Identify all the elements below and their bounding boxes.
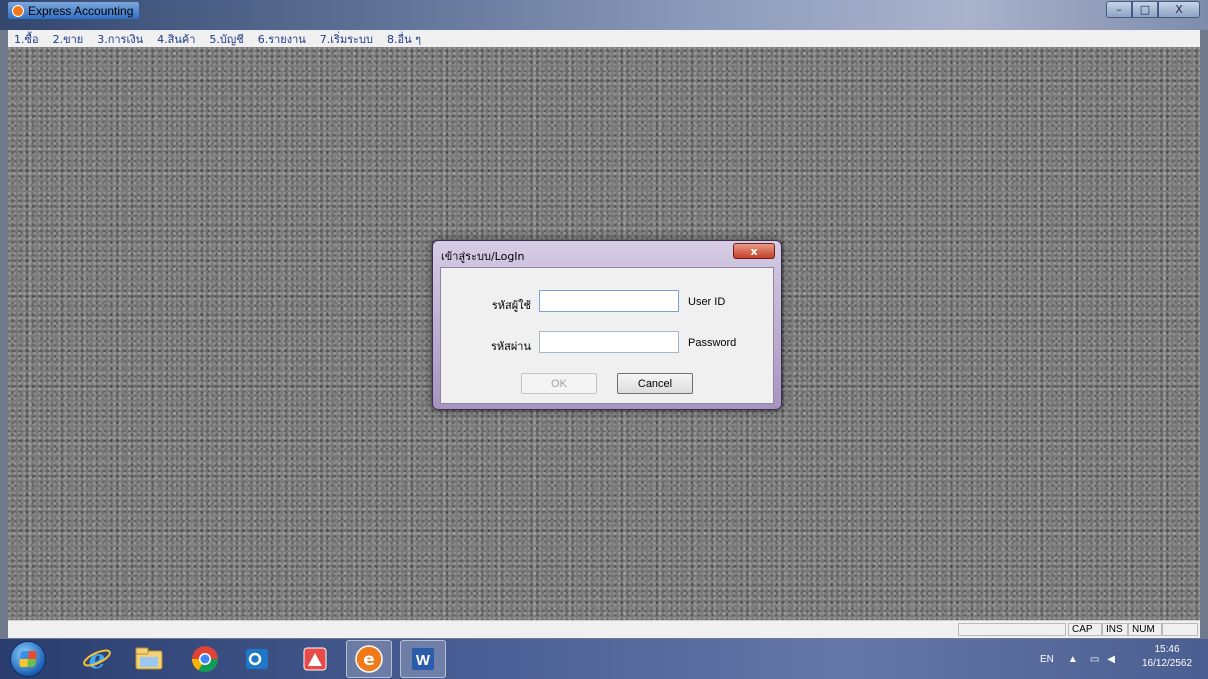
user-id-input[interactable] xyxy=(539,290,679,312)
status-panel-empty xyxy=(958,623,1066,636)
user-id-label-en: User ID xyxy=(688,296,726,308)
status-num: NUM xyxy=(1128,623,1162,636)
express-app-icon xyxy=(12,4,24,17)
internet-explorer-icon[interactable]: e xyxy=(74,640,120,678)
clock-date: 16/12/2562 xyxy=(1141,658,1193,669)
menu-reports[interactable]: 6.รายงาน xyxy=(252,30,314,48)
start-button[interactable] xyxy=(10,641,46,677)
chrome-icon[interactable] xyxy=(182,640,228,678)
window-controls: – □ X xyxy=(1106,1,1200,18)
show-hidden-icons-icon[interactable]: ▲ xyxy=(1068,654,1078,665)
express-icon-2[interactable] xyxy=(292,640,338,678)
dialog-close-button[interactable]: x xyxy=(733,243,775,259)
maximize-button[interactable]: □ xyxy=(1132,1,1158,18)
menu-bar: 1.ซื้อ 2.ขาย 3.การเงิน 4.สินค้า 5.บัญชี … xyxy=(8,30,1200,47)
app-title-bar[interactable]: Express Accounting – □ X xyxy=(0,0,1208,30)
status-cap: CAP xyxy=(1068,623,1102,636)
windows-logo-icon xyxy=(19,651,37,667)
menu-inventory[interactable]: 4.สินค้า xyxy=(151,30,203,48)
svg-text:W: W xyxy=(416,652,431,669)
volume-icon[interactable]: ◀ xyxy=(1107,654,1115,665)
system-clock[interactable]: 15:46 16/12/2562 xyxy=(1136,643,1198,671)
language-indicator[interactable]: EN xyxy=(1040,654,1054,665)
login-dialog-title: เข้าสู่ระบบ/LogIn xyxy=(441,250,525,263)
menu-buy[interactable]: 1.ซื้อ xyxy=(8,30,47,48)
outlook-icon[interactable] xyxy=(234,640,280,678)
express-accounting-icon[interactable]: e xyxy=(346,640,392,678)
word-icon[interactable]: W xyxy=(400,640,446,678)
app-title-tab: Express Accounting xyxy=(8,2,140,19)
taskbar: e e W EN ▲ ▭ ◀ 15:46 16/12/2562 xyxy=(0,639,1208,679)
menu-finance[interactable]: 3.การเงิน xyxy=(91,30,151,48)
menu-accounts[interactable]: 5.บัญชี xyxy=(203,30,251,48)
menu-other[interactable]: 8.อื่น ๆ xyxy=(381,30,429,48)
network-icon[interactable]: ▭ xyxy=(1090,654,1099,665)
file-explorer-icon[interactable] xyxy=(126,640,172,678)
clock-time: 15:46 xyxy=(1154,644,1180,655)
user-id-label-th: รหัสผู้ใช้ xyxy=(491,299,531,312)
svg-text:e: e xyxy=(363,650,375,670)
system-tray: EN ▲ ▭ ◀ xyxy=(1040,639,1115,679)
password-label-th: รหัสผ่าน xyxy=(490,340,531,353)
close-window-button[interactable]: X xyxy=(1158,1,1200,18)
password-input[interactable] xyxy=(539,331,679,353)
login-form: รหัสผู้ใช้ User ID รหัสผ่าน Password OK … xyxy=(440,267,774,404)
menu-setup[interactable]: 7.เริ่มระบบ xyxy=(314,30,381,48)
status-panel-end xyxy=(1162,623,1198,636)
app-title: Express Accounting xyxy=(28,3,134,18)
login-dialog: เข้าสู่ระบบ/LogIn x รหัสผู้ใช้ User ID ร… xyxy=(432,240,782,410)
menu-sell[interactable]: 2.ขาย xyxy=(47,30,92,48)
ok-button[interactable]: OK xyxy=(521,373,597,394)
status-ins: INS xyxy=(1102,623,1128,636)
minimize-button[interactable]: – xyxy=(1106,1,1132,18)
status-bar: CAP INS NUM xyxy=(8,620,1200,638)
password-label-en: Password xyxy=(688,337,737,349)
cancel-button[interactable]: Cancel xyxy=(617,373,693,394)
